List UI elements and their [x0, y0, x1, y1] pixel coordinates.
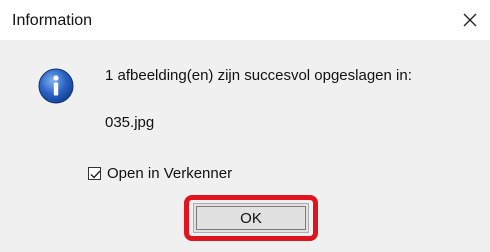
- checkmark-icon: [90, 170, 101, 179]
- info-icon: [38, 68, 74, 104]
- close-button[interactable]: [458, 8, 482, 32]
- ok-button-label: OK: [240, 209, 262, 227]
- checkbox-label: Open in Verkenner: [107, 164, 233, 182]
- dialog-title: Information: [12, 12, 93, 29]
- saved-filename: 035.jpg: [105, 114, 155, 131]
- ok-button[interactable]: OK: [193, 203, 309, 233]
- message-text: 1 afbeelding(en) zijn succesvol opgeslag…: [105, 67, 412, 84]
- information-dialog: Information 1 afbeelding(en) zijn succes…: [0, 0, 490, 252]
- title-bar: Information: [0, 0, 490, 40]
- close-icon: [463, 13, 477, 27]
- checkbox-box[interactable]: [88, 166, 101, 180]
- open-in-explorer-checkbox[interactable]: Open in Verkenner: [88, 163, 232, 183]
